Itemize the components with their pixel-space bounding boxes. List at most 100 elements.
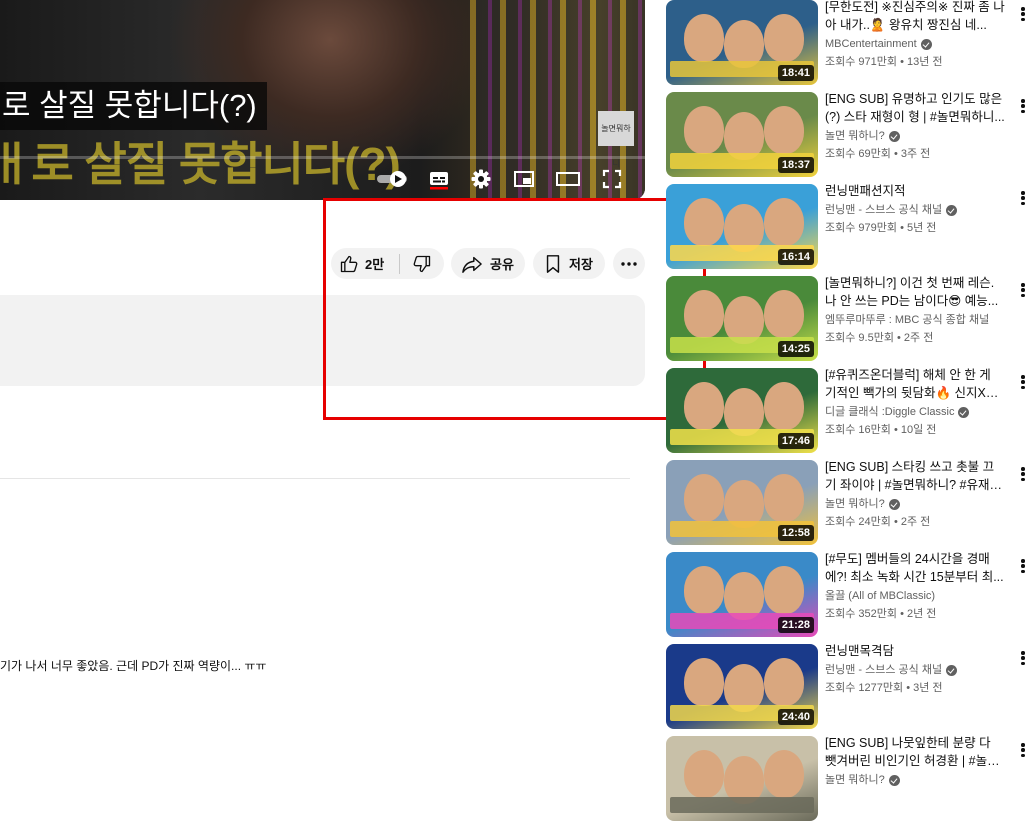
video-metadata: [무한도전] ※진심주의※ 진짜 좀 나아 내가..🙎 왕유치 짱진심 네...… [825,0,1005,70]
save-button[interactable]: 저장 [533,248,605,279]
view-count: 조회수 16만회 [825,424,891,436]
recommendation-item[interactable]: 24:40 런닝맨목격담 런닝맨 - 스브스 공식 채널 조회수 1277만회 • 3… [666,642,1036,729]
stats-separator: • [897,608,907,620]
channel-name[interactable]: 놀면 뭐하니? [825,772,885,788]
more-actions-button[interactable] [613,248,645,279]
more-options-icon[interactable] [1015,96,1031,116]
channel-name[interactable]: 놀면 뭐하니? [825,128,885,144]
recommendation-item[interactable]: 12:58 [ENG SUB] 스타킹 쓰고 촛불 끄기 좌이야 | #놀면뭐하니… [666,458,1036,545]
kebab-dot [1021,375,1025,379]
duration-badge: 18:37 [777,157,814,173]
upload-age: 5년 전 [906,222,937,234]
recommendation-item[interactable]: 16:14 런닝맨패션지적런닝맨 - 스브스 공식 채널조회수 979만회 • 5… [666,182,1036,269]
video-thumbnail[interactable]: 18:41 [666,0,818,85]
thumbnail-person [684,290,724,338]
share-button[interactable]: 공유 [451,248,525,279]
kebab-dot [1021,656,1025,660]
video-player[interactable]: ㅐ로 살질 못합니다(?) 로 살질 못합니다(?) 놀면뭐하니 [0,0,645,200]
video-title[interactable]: 런닝맨목격담 [825,642,1005,660]
recommendation-item[interactable]: 14:25 [놀면뭐하니?] 이건 첫 번째 레슨. 나 안 쓰는 PD는 남이다… [666,274,1036,361]
recommendation-item[interactable]: 17:46 [#유퀴즈온더블럭] 해체 안 한 게 기적인 빽가의 뒷담화🔥 신지… [666,366,1036,453]
video-stats: 조회수 979만회 • 5년 전 [825,220,1005,236]
view-count: 조회수 69만회 [825,148,891,160]
video-thumbnail[interactable]: 24:40 [666,644,818,729]
description-box[interactable] [0,295,645,386]
video-title[interactable]: 런닝맨패션지적 [825,182,1005,200]
more-options-icon[interactable] [1015,188,1031,208]
channel-name[interactable]: MBCentertainment [825,36,917,52]
autoplay-toggle[interactable] [376,164,412,194]
video-title[interactable]: [ENG SUB] 유명하고 인기도 많은(?) 스타 재형이 형 | #놀면뭐… [825,90,1005,126]
theater-mode-button[interactable] [553,164,583,194]
verified-badge-icon [946,204,958,216]
video-stats: 조회수 971만회 • 13년 전 [825,54,1005,70]
video-metadata: [놀면뭐하니?] 이건 첫 번째 레슨. 나 안 쓰는 PD는 남이다😎 예능.… [825,274,1005,346]
video-title[interactable]: [ENG SUB] 스타킹 쓰고 촛불 끄기 좌이야 | #놀면뭐하니? #유재… [825,458,1005,494]
recommendation-item[interactable]: 21:28 [#무도] 멤버들의 24시간을 경매에?! 최소 녹화 시간 15분… [666,550,1036,637]
video-thumbnail[interactable] [666,736,818,821]
more-options-icon[interactable] [1015,280,1031,300]
video-thumbnail[interactable]: 16:14 [666,184,818,269]
channel-name-row: 엠뚜루마뚜루 : MBC 공식 종합 채널 [825,312,1005,328]
video-stats: 조회수 9.5만회 • 2주 전 [825,330,1005,346]
video-title[interactable]: [#무도] 멤버들의 24시간을 경매에?! 최소 녹화 시간 15분부터 최.… [825,550,1005,586]
fullscreen-icon [602,169,622,189]
more-options-icon[interactable] [1015,740,1031,760]
like-button[interactable]: 2만 [331,248,399,279]
kebab-dot [1021,196,1025,200]
recommendation-item[interactable]: 18:41 [무한도전] ※진심주의※ 진짜 좀 나아 내가..🙎 왕유치 짱진심… [666,0,1036,85]
thumbnail-person [684,658,724,706]
channel-name[interactable]: 런닝맨 - 스브스 공식 채널 [825,202,942,218]
more-options-icon[interactable] [1015,556,1031,576]
video-thumbnail[interactable]: 12:58 [666,460,818,545]
thumbnail-person [764,382,804,430]
video-thumbnail[interactable]: 18:37 [666,92,818,177]
progress-bar[interactable] [0,156,645,159]
kebab-dot [1021,17,1025,21]
duration-badge: 24:40 [777,709,814,725]
video-title[interactable]: [무한도전] ※진심주의※ 진짜 좀 나아 내가..🙎 왕유치 짱진심 네... [825,0,1005,34]
video-title[interactable]: [#유퀴즈온더블럭] 해체 안 한 게 기적인 빽가의 뒷담화🔥 신지X종민..… [825,366,1005,402]
channel-name[interactable]: 놀면 뭐하니? [825,496,885,512]
view-count: 조회수 971만회 [825,56,898,68]
verified-badge-icon [920,38,932,50]
video-title[interactable]: [놀면뭐하니?] 이건 첫 번째 레슨. 나 안 쓰는 PD는 남이다😎 예능.… [825,274,1005,310]
stats-separator: • [897,56,907,68]
verified-badge-icon [888,498,900,510]
dislike-button[interactable] [400,248,444,279]
thumbnail-person [764,474,804,522]
settings-button[interactable] [468,164,494,194]
channel-name[interactable]: 디글 클래식 :Diggle Classic [825,404,954,420]
kebab-dot [1021,283,1025,287]
channel-name[interactable]: 런닝맨 - 스브스 공식 채널 [825,662,942,678]
subtitles-button[interactable] [426,164,452,194]
video-thumbnail[interactable]: 14:25 [666,276,818,361]
channel-name[interactable]: 엠뚜루마뚜루 : MBC 공식 종합 채널 [825,312,989,328]
comments-divider [0,478,630,479]
more-options-icon[interactable] [1015,372,1031,392]
more-options-icon[interactable] [1015,4,1031,24]
recommendation-item[interactable]: 18:37 [ENG SUB] 유명하고 인기도 많은(?) 스타 재형이 형 |… [666,90,1036,177]
kebab-dot [1021,564,1025,568]
more-options-icon[interactable] [1015,464,1031,484]
video-thumbnail[interactable]: 21:28 [666,552,818,637]
upload-age: 2주 전 [903,332,934,344]
video-stats: 조회수 352만회 • 2년 전 [825,606,1005,622]
autoplay-toggle-icon [377,171,407,187]
verified-badge-icon [946,664,958,676]
video-title[interactable]: [ENG SUB] 나뭇잎한테 분량 다 뺏겨버린 비인기인 허경환 | #놀면… [825,734,1005,770]
video-thumbnail[interactable]: 17:46 [666,368,818,453]
miniplayer-button[interactable] [511,164,537,194]
recommendation-item[interactable]: [ENG SUB] 나뭇잎한테 분량 다 뺏겨버린 비인기인 허경환 | #놀면… [666,734,1036,821]
more-options-icon[interactable] [1015,648,1031,668]
thumbnail-person [764,566,804,614]
fullscreen-button[interactable] [599,164,625,194]
channel-name[interactable]: 올끌 (All of MBClassic) [825,588,935,604]
channel-name-row: MBCentertainment [825,36,1005,52]
kebab-dot [1021,191,1025,195]
kebab-dot [1021,201,1025,205]
kebab-dot [1021,477,1025,481]
stats-separator: • [890,148,901,160]
like-count: 2만 [365,257,385,272]
thumbnail-person [684,474,724,522]
